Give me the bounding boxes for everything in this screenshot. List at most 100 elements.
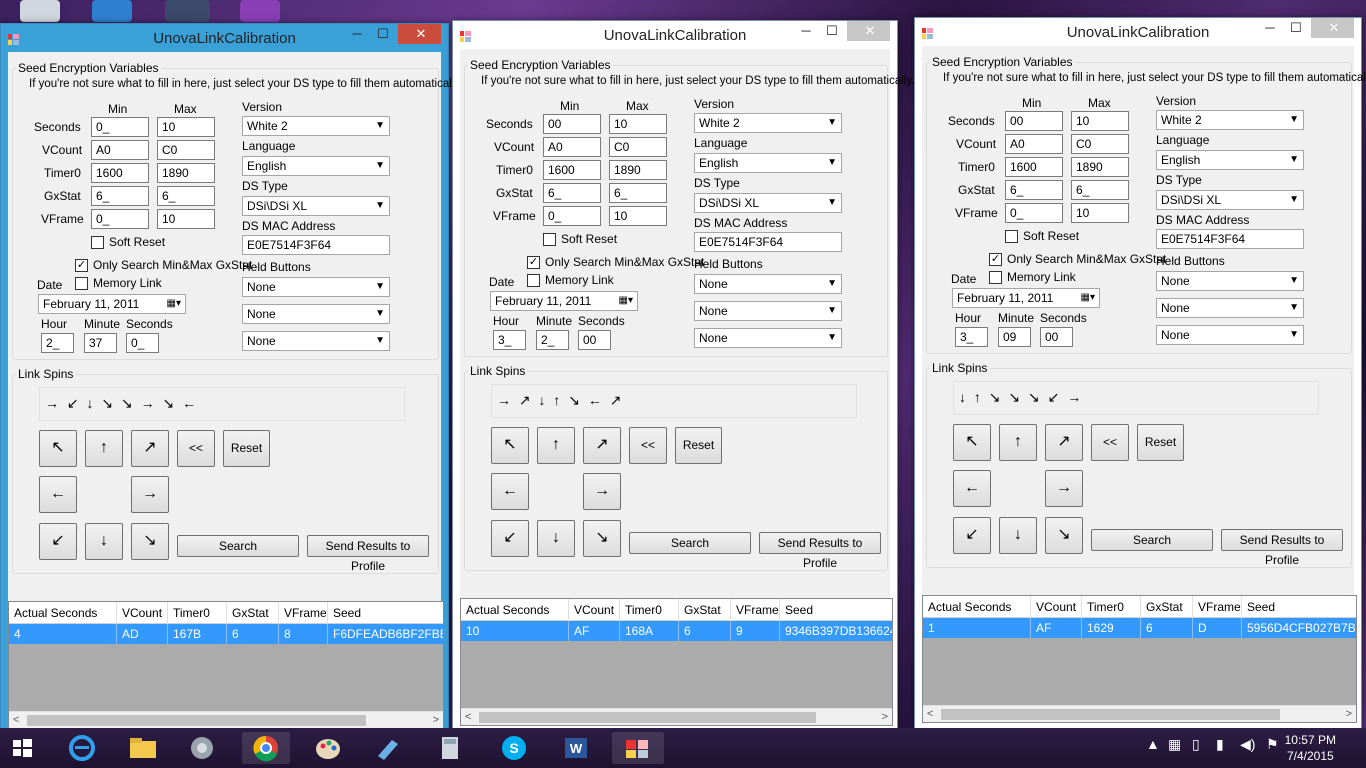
memory-link-checkbox[interactable]	[989, 271, 1002, 284]
second-input[interactable]: 0_	[126, 333, 159, 353]
undo-button[interactable]: <<	[177, 430, 215, 467]
scroll-thumb[interactable]	[479, 712, 816, 723]
horizontal-scrollbar[interactable]: < >	[461, 708, 892, 725]
date-picker[interactable]: February 11, 2011 ▦▾	[38, 294, 186, 314]
results-grid[interactable]: Actual Seconds VCount Timer0 GxStat VFra…	[8, 601, 444, 729]
paint-icon[interactable]	[308, 732, 348, 764]
up-right-button[interactable]: ↗	[1045, 424, 1083, 461]
up-left-button[interactable]: ↖	[39, 430, 77, 467]
up-right-button[interactable]: ↗	[131, 430, 169, 467]
seconds-min-input[interactable]: 0_	[91, 117, 149, 137]
scroll-thumb[interactable]	[27, 715, 366, 726]
minimize-button[interactable]: ─	[344, 24, 370, 44]
timer0-min-input[interactable]: 1600	[543, 160, 601, 180]
send-results-button[interactable]: Send Results to Profile	[759, 532, 881, 570]
send-results-button[interactable]: Send Results to Profile	[307, 535, 429, 573]
close-button[interactable]: ✕	[1311, 18, 1357, 38]
scroll-left-icon[interactable]: <	[465, 709, 471, 725]
column-header[interactable]: Seed	[328, 602, 443, 624]
timer0-min-input[interactable]: 1600	[1005, 157, 1063, 177]
vcount-max-input[interactable]: C0	[157, 140, 215, 160]
left-button[interactable]: ←	[39, 476, 77, 513]
send-results-button[interactable]: Send Results to Profile	[1221, 529, 1343, 567]
only-search-checkbox[interactable]: ✓	[75, 259, 88, 272]
timer0-max-input[interactable]: 1890	[157, 163, 215, 183]
calendar-icon[interactable]: ▦▾	[167, 295, 181, 313]
right-button[interactable]: →	[1045, 470, 1083, 507]
column-header[interactable]: VFrame	[279, 602, 328, 624]
version-dropdown[interactable]: White 2 ▼	[694, 113, 842, 133]
close-button[interactable]: ✕	[398, 24, 444, 44]
column-header[interactable]: Seed	[780, 599, 892, 621]
up-button[interactable]: ↑	[85, 430, 123, 467]
results-grid[interactable]: Actual Seconds VCount Timer0 GxStat VFra…	[922, 595, 1357, 723]
maximize-button[interactable]: ☐	[819, 21, 845, 41]
down-button[interactable]: ↓	[537, 520, 575, 557]
column-header[interactable]: Actual Seconds	[461, 599, 569, 621]
language-dropdown[interactable]: English ▼	[242, 156, 390, 176]
start-button[interactable]	[4, 732, 40, 764]
down-right-button[interactable]: ↘	[1045, 517, 1083, 554]
seconds-max-input[interactable]: 10	[609, 114, 667, 134]
file-explorer-icon[interactable]	[123, 732, 163, 764]
scroll-left-icon[interactable]: <	[13, 712, 19, 728]
column-header[interactable]: Seed	[1242, 596, 1356, 618]
minimize-button[interactable]: ─	[1257, 18, 1283, 38]
action-center-icon[interactable]: ⚑	[1266, 736, 1279, 753]
minute-input[interactable]: 2_	[536, 330, 569, 350]
language-dropdown[interactable]: English ▼	[694, 153, 842, 173]
column-header[interactable]: Timer0	[1082, 596, 1141, 618]
gxstat-max-input[interactable]: 6_	[1071, 180, 1129, 200]
second-input[interactable]: 00	[1040, 327, 1073, 347]
timer0-min-input[interactable]: 1600	[91, 163, 149, 183]
vframe-min-input[interactable]: 0_	[91, 209, 149, 229]
ds-type-dropdown[interactable]: DSi\DSi XL ▼	[242, 196, 390, 216]
horizontal-scrollbar[interactable]: < >	[9, 711, 443, 728]
vcount-max-input[interactable]: C0	[609, 137, 667, 157]
column-header[interactable]: VCount	[1031, 596, 1082, 618]
notes-app-icon[interactable]	[368, 732, 408, 764]
date-picker[interactable]: February 11, 2011 ▦▾	[952, 288, 1100, 308]
column-header[interactable]: VCount	[569, 599, 620, 621]
search-button[interactable]: Search	[177, 535, 299, 557]
left-button[interactable]: ←	[491, 473, 529, 510]
hour-input[interactable]: 2_	[41, 333, 74, 353]
undo-button[interactable]: <<	[1091, 424, 1129, 461]
soft-reset-checkbox[interactable]	[91, 236, 104, 249]
language-dropdown[interactable]: English ▼	[1156, 150, 1304, 170]
right-button[interactable]: →	[131, 476, 169, 513]
scroll-right-icon[interactable]: >	[1346, 706, 1352, 722]
chrome-icon[interactable]	[242, 732, 290, 764]
title-bar[interactable]: UnovaLinkCalibration ─ ☐ ✕	[1, 24, 448, 52]
column-header[interactable]: GxStat	[227, 602, 279, 624]
down-left-button[interactable]: ↙	[491, 520, 529, 557]
seconds-max-input[interactable]: 10	[157, 117, 215, 137]
scroll-left-icon[interactable]: <	[927, 706, 933, 722]
desktop-icon[interactable]	[92, 0, 132, 22]
search-button[interactable]: Search	[1091, 529, 1213, 551]
vcount-max-input[interactable]: C0	[1071, 134, 1129, 154]
down-right-button[interactable]: ↘	[131, 523, 169, 560]
vframe-max-input[interactable]: 10	[1071, 203, 1129, 223]
scroll-right-icon[interactable]: >	[882, 709, 888, 725]
left-button[interactable]: ←	[953, 470, 991, 507]
version-dropdown[interactable]: White 2 ▼	[242, 116, 390, 136]
mac-address-input[interactable]: E0E7514F3F64	[1156, 229, 1304, 249]
title-bar[interactable]: UnovaLinkCalibration ─ ☐ ✕	[453, 21, 897, 49]
timer0-max-input[interactable]: 1890	[1071, 157, 1129, 177]
battery-icon[interactable]: ▯	[1192, 736, 1200, 753]
desktop-icon[interactable]	[165, 0, 210, 22]
internet-explorer-icon[interactable]	[62, 732, 102, 764]
held-button-3-dropdown[interactable]: None ▼	[1156, 325, 1304, 345]
hour-input[interactable]: 3_	[493, 330, 526, 350]
minute-input[interactable]: 09	[998, 327, 1031, 347]
maximize-button[interactable]: ☐	[1283, 18, 1309, 38]
signal-icon[interactable]: ▮	[1216, 736, 1224, 753]
memory-link-checkbox[interactable]	[75, 277, 88, 290]
seconds-max-input[interactable]: 10	[1071, 111, 1129, 131]
volume-icon[interactable]: ◀)	[1240, 736, 1255, 753]
column-header[interactable]: VCount	[117, 602, 168, 624]
scroll-thumb[interactable]	[941, 709, 1280, 720]
table-row[interactable]: 1 AF 1629 6 D 5956D4CFB027B7BF	[923, 618, 1356, 638]
held-button-1-dropdown[interactable]: None ▼	[1156, 271, 1304, 291]
